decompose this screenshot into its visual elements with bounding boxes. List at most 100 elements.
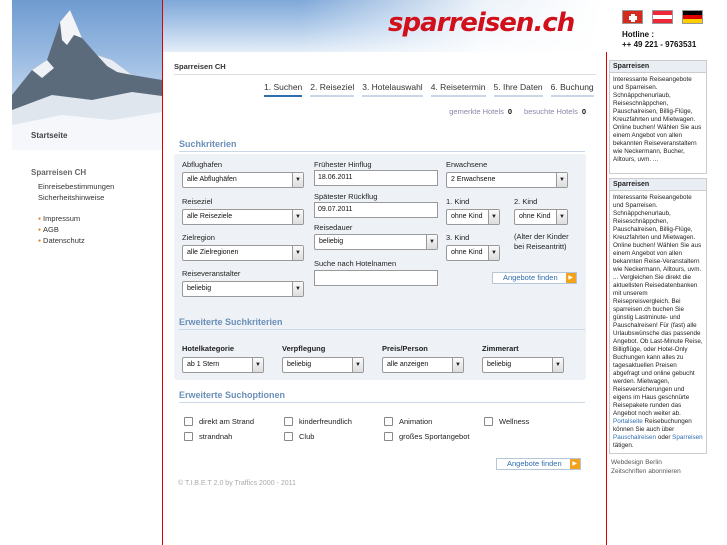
erweiterte-kriterien-divider bbox=[179, 329, 585, 330]
webdesign-link[interactable]: Webdesign Berlin bbox=[611, 458, 662, 467]
info-box-1: Sparreisen Interessante Reiseangebote un… bbox=[609, 60, 707, 174]
verpflegung-select[interactable]: beliebig ▼ bbox=[282, 357, 364, 373]
checkbox-box[interactable] bbox=[184, 417, 193, 426]
suchoptionen-divider bbox=[179, 402, 585, 403]
hotelname-input[interactable] bbox=[314, 270, 438, 286]
step-suchen[interactable]: 1. Suchen bbox=[264, 82, 303, 97]
besuchte-hotels-link[interactable]: besuchte Hotels 0 bbox=[524, 107, 586, 116]
checkbox-sportangebot[interactable]: großes Sportangebot bbox=[384, 432, 469, 441]
right-sidebar: Sparreisen Interessante Reiseangebote un… bbox=[606, 52, 707, 545]
chevron-down-icon: ▼ bbox=[426, 235, 437, 249]
erwachsene-label: Erwachsene bbox=[446, 160, 488, 169]
reiseziel-select[interactable]: alle Reiseziele ▼ bbox=[182, 209, 304, 225]
sidebar-link-sicherheitshinweise[interactable]: Sicherheitshinweise bbox=[38, 193, 104, 202]
checkbox-box[interactable] bbox=[384, 432, 393, 441]
hinflug-input[interactable]: 18.06.2011 bbox=[314, 170, 438, 186]
sparreisen-link[interactable]: Sparreisen bbox=[672, 434, 702, 441]
sidebar-link-agb[interactable]: AGB bbox=[38, 225, 59, 234]
step-ihre-daten[interactable]: 5. Ihre Daten bbox=[493, 82, 543, 97]
info-box-2-title: Sparreisen bbox=[610, 179, 706, 191]
chevron-down-icon: ▼ bbox=[292, 282, 303, 296]
erwachsene-select[interactable]: 2 Erwachsene ▼ bbox=[446, 172, 568, 188]
hotel-memo: gemerkte Hotels 0 besuchte Hotels 0 bbox=[449, 107, 586, 116]
arrow-right-icon: ▶ bbox=[569, 459, 580, 469]
chevron-down-icon: ▼ bbox=[292, 173, 303, 187]
hotline-label: Hotline : bbox=[622, 30, 654, 39]
hotelkategorie-select[interactable]: ab 1 Stern ▼ bbox=[182, 357, 264, 373]
checkbox-box[interactable] bbox=[184, 432, 193, 441]
checkbox-wellness[interactable]: Wellness bbox=[484, 417, 529, 426]
arrow-right-icon: ▶ bbox=[565, 273, 576, 283]
sidebar-link-datenschutz[interactable]: Datenschutz bbox=[38, 236, 85, 245]
reiseziel-label: Reiseziel bbox=[182, 197, 213, 206]
at-flag-icon[interactable] bbox=[652, 10, 673, 24]
language-flags bbox=[622, 10, 703, 24]
checkbox-animation[interactable]: Animation bbox=[384, 417, 432, 426]
kind1-select[interactable]: ohne Kind ▼ bbox=[446, 209, 500, 225]
chevron-down-icon: ▼ bbox=[488, 210, 499, 224]
rueckflug-input[interactable]: 09.07.2011 bbox=[314, 202, 438, 218]
info-box-1-title: Sparreisen bbox=[610, 61, 706, 73]
ch-flag-icon[interactable] bbox=[622, 10, 643, 24]
hotline: Hotline : ++ 49 221 - 9763531 bbox=[622, 30, 696, 50]
de-flag-icon[interactable] bbox=[682, 10, 703, 24]
step-buchung[interactable]: 6. Buchung bbox=[550, 82, 594, 97]
kinder-hint: (Alter der Kinder bei Reiseantritt) bbox=[514, 232, 569, 251]
info-box-2: Sparreisen Interessante Reiseangebote un… bbox=[609, 178, 707, 454]
suchkriterien-divider bbox=[179, 151, 585, 152]
nav-startseite[interactable]: Startseite bbox=[31, 131, 67, 140]
hinflug-label: Frühester Hinflug bbox=[314, 160, 372, 169]
zimmerart-select[interactable]: beliebig ▼ bbox=[482, 357, 564, 373]
besuchte-count: 0 bbox=[581, 107, 586, 116]
checkbox-box[interactable] bbox=[384, 417, 393, 426]
zeitschriften-link[interactable]: Zeitschriften abonnieren bbox=[611, 467, 681, 476]
zielregion-select[interactable]: alle Zielregionen ▼ bbox=[182, 245, 304, 261]
zielregion-label: Zielregion bbox=[182, 233, 215, 242]
sidebar-link-einreisebestimmungen[interactable]: Einreisebestimmungen bbox=[38, 182, 114, 191]
matterhorn-image bbox=[12, 0, 162, 150]
pauschalreisen-link[interactable]: Pauschalreisen bbox=[613, 434, 656, 441]
chevron-down-icon: ▼ bbox=[352, 358, 363, 372]
gemerkte-hotels-link[interactable]: gemerkte Hotels 0 bbox=[449, 107, 512, 116]
step-reisetermin[interactable]: 4. Reisetermin bbox=[430, 82, 486, 97]
step-reiseziel[interactable]: 2. Reiseziel bbox=[310, 82, 355, 97]
kind3-select[interactable]: ohne Kind ▼ bbox=[446, 245, 500, 261]
suchkriterien-title: Suchkriterien bbox=[179, 139, 237, 149]
checkbox-box[interactable] bbox=[484, 417, 493, 426]
preis-select[interactable]: alle anzeigen ▼ bbox=[382, 357, 464, 373]
angebote-finden-button[interactable]: Angebote finden ▶ bbox=[492, 272, 577, 284]
veranstalter-select[interactable]: beliebig ▼ bbox=[182, 281, 304, 297]
zimmerart-label: Zimmerart bbox=[482, 344, 519, 353]
step-hotelauswahl[interactable]: 3. Hotelauswahl bbox=[362, 82, 423, 97]
checkbox-strandnah[interactable]: strandnah bbox=[184, 432, 232, 441]
rueckflug-label: Spätester Rückflug bbox=[314, 192, 378, 201]
info-box-1-text: Interessante Reiseangebote und Sparreise… bbox=[613, 76, 702, 163]
abflughafen-select[interactable]: alle Abflughäfen ▼ bbox=[182, 172, 304, 188]
breadcrumb-divider bbox=[174, 74, 596, 75]
info-box-2-text: Interessante Reiseangebote und Sparreise… bbox=[613, 194, 703, 449]
booking-steps: 1. Suchen 2. Reiseziel 3. Hotelauswahl 4… bbox=[264, 82, 594, 97]
angebote-finden-button-2[interactable]: Angebote finden ▶ bbox=[496, 458, 581, 470]
site-logo[interactable]: sparreisen.ch bbox=[388, 8, 575, 38]
chevron-down-icon: ▼ bbox=[556, 210, 567, 224]
sidebar-group-title[interactable]: Sparreisen CH bbox=[31, 168, 86, 177]
chevron-down-icon: ▼ bbox=[488, 246, 499, 260]
portalseite-link[interactable]: Portalseite bbox=[613, 418, 643, 425]
main-content: Sparreisen CH 1. Suchen 2. Reiseziel 3. … bbox=[164, 52, 604, 545]
verpflegung-label: Verpflegung bbox=[282, 344, 326, 353]
chevron-down-icon: ▼ bbox=[556, 173, 567, 187]
gemerkte-count: 0 bbox=[507, 107, 513, 116]
chevron-down-icon: ▼ bbox=[252, 358, 263, 372]
hotline-number: ++ 49 221 - 9763531 bbox=[622, 40, 697, 49]
checkbox-box[interactable] bbox=[284, 432, 293, 441]
reisedauer-select[interactable]: beliebig ▼ bbox=[314, 234, 438, 250]
checkbox-box[interactable] bbox=[284, 417, 293, 426]
checkbox-kinderfreundlich[interactable]: kinderfreundlich bbox=[284, 417, 352, 426]
kind2-select[interactable]: ohne Kind ▼ bbox=[514, 209, 568, 225]
checkbox-direkt-am-strand[interactable]: direkt am Strand bbox=[184, 417, 254, 426]
sidebar-link-impressum[interactable]: Impressum bbox=[38, 214, 80, 223]
chevron-down-icon: ▼ bbox=[292, 246, 303, 260]
preis-label: Preis/Person bbox=[382, 344, 428, 353]
checkbox-club[interactable]: Club bbox=[284, 432, 314, 441]
suchoptionen-title: Erweiterte Suchoptionen bbox=[179, 390, 286, 400]
